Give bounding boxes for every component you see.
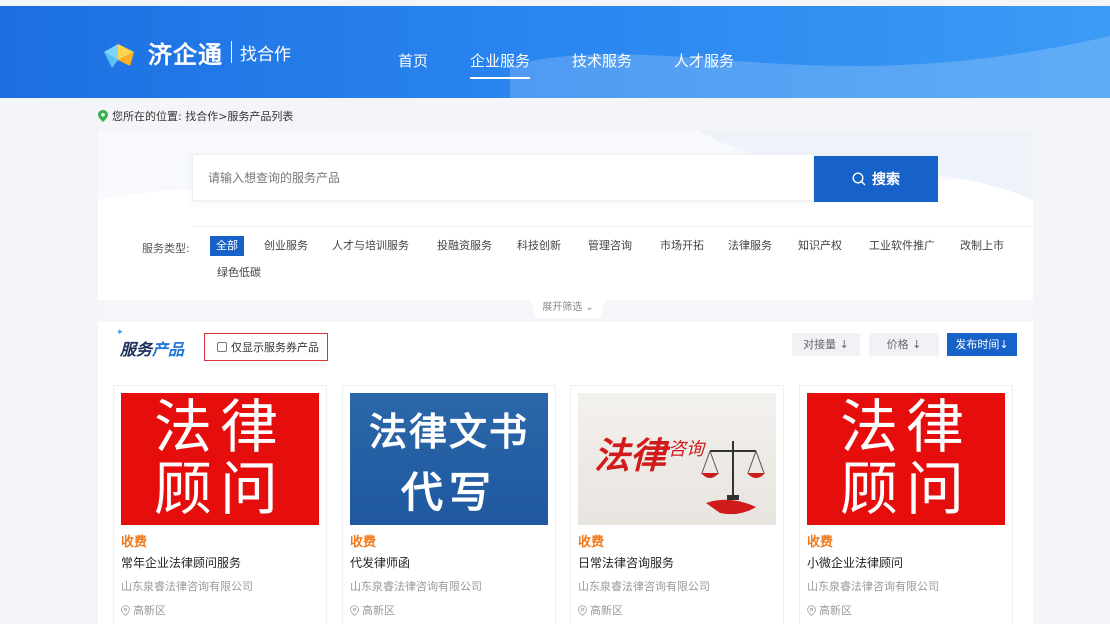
fee-label: 收费 <box>121 535 148 550</box>
filter-option-talent-training[interactable]: 人才与培训服务 <box>332 236 409 256</box>
filter-option-all[interactable]: 全部 <box>210 236 244 256</box>
expand-filter-bar: 展开筛选 ⌄ <box>98 300 1033 322</box>
company-name: 山东泉睿法律咨询有限公司 <box>350 580 482 593</box>
nav-talent-services[interactable]: 人才服务 <box>674 50 734 79</box>
fee-label: 收费 <box>350 535 377 550</box>
brand-name: 济企通 <box>148 40 223 69</box>
panel-divider <box>192 226 1032 227</box>
product-card[interactable]: 法律 顾问 收费 小微企业法律顾问 山东泉睿法律咨询有限公司 高新区 <box>799 385 1013 624</box>
image-text-line2: 顾问 <box>153 455 286 523</box>
location: 高新区 <box>807 602 852 618</box>
product-image: 法律 顾问 <box>807 393 1005 525</box>
filter-option-legal[interactable]: 法律服务 <box>728 236 772 256</box>
search-input[interactable] <box>208 170 813 185</box>
sort-by-price[interactable]: 价格 ↓ <box>869 333 939 356</box>
fee-label: 收费 <box>578 535 605 550</box>
product-name[interactable]: 小微企业法律顾问 <box>807 554 903 571</box>
search-icon <box>852 172 866 186</box>
coupon-only-toggle[interactable]: 仅显示服务券产品 <box>204 333 328 361</box>
top-header: 济企通 找合作 首页 企业服务 技术服务 人才服务 <box>0 6 1110 98</box>
coupon-only-label: 仅显示服务券产品 <box>231 341 319 354</box>
search-filter-panel: 搜索 服务类型: 全部 创业服务 人才与培训服务 投融资服务 科技创新 管理咨询… <box>98 130 1033 301</box>
product-name[interactable]: 代发律师函 <box>350 554 410 571</box>
image-text-line1: 法律 <box>594 435 667 477</box>
sparkle-icon: ✦ <box>116 328 124 338</box>
filter-option-ipo[interactable]: 改制上市 <box>960 236 1004 256</box>
location: 高新区 <box>578 602 623 618</box>
product-card[interactable]: 法律 顾问 收费 常年企业法律顾问服务 山东泉睿法律咨询有限公司 高新区 <box>113 385 327 624</box>
location-pin-icon <box>350 604 359 616</box>
image-text-line2: 顾问 <box>839 455 972 523</box>
coupon-only-checkbox[interactable] <box>217 342 227 352</box>
nav-home[interactable]: 首页 <box>398 50 428 79</box>
product-image: 法律 顾问 <box>121 393 319 525</box>
filter-option-green[interactable]: 绿色低碳 <box>217 263 261 283</box>
location-text: 高新区 <box>133 604 166 617</box>
filter-option-ip[interactable]: 知识产权 <box>798 236 842 256</box>
company-name: 山东泉睿法律咨询有限公司 <box>807 580 939 593</box>
location-pin-icon <box>98 110 108 122</box>
breadcrumb-text: 您所在的位置: 找合作>服务产品列表 <box>112 110 294 123</box>
location-text: 高新区 <box>590 604 623 617</box>
cube-logo-icon <box>104 44 134 68</box>
filter-option-startup[interactable]: 创业服务 <box>264 236 308 256</box>
product-image: 法律 咨询 <box>578 393 776 525</box>
product-image: 法律文书 代写 <box>350 393 548 525</box>
product-card[interactable]: 法律 咨询 收费 日常法律咨询服务 山东泉睿法律咨询有限公司 高新区 <box>570 385 784 624</box>
location: 高新区 <box>121 602 166 618</box>
search-button-label: 搜索 <box>872 172 900 188</box>
section-title-accent: 产品 <box>152 340 185 359</box>
search-box <box>192 154 814 201</box>
location-pin-icon <box>807 604 816 616</box>
nav-tech-services[interactable]: 技术服务 <box>572 50 632 79</box>
product-cards: 法律 顾问 收费 常年企业法律顾问服务 山东泉睿法律咨询有限公司 高新区 法律文… <box>98 370 1033 624</box>
location-text: 高新区 <box>819 604 852 617</box>
site-logo[interactable]: 济企通 找合作 <box>100 32 291 72</box>
search-button[interactable]: 搜索 <box>814 156 938 202</box>
section-title-dark: 服务 <box>120 340 153 359</box>
main-nav: 首页 企业服务 技术服务 人才服务 <box>398 50 776 79</box>
filter-option-market[interactable]: 市场开拓 <box>660 236 704 256</box>
product-list-header: ✦ 服务产品 仅显示服务券产品 对接量 ↓ 价格 ↓ 发布时间↓ <box>98 322 1033 370</box>
company-name: 山东泉睿法律咨询有限公司 <box>121 580 253 593</box>
fee-label: 收费 <box>807 535 834 550</box>
image-text-line2: 咨询 <box>668 439 704 460</box>
product-name[interactable]: 日常法律咨询服务 <box>578 554 674 571</box>
sort-by-publish-time[interactable]: 发布时间↓ <box>947 333 1017 356</box>
filter-option-industrial-software[interactable]: 工业软件推广 <box>869 236 935 256</box>
image-text-line1: 法律文书 <box>368 410 529 454</box>
location: 高新区 <box>350 602 395 618</box>
filter-option-management[interactable]: 管理咨询 <box>588 236 632 256</box>
image-text-line2: 代写 <box>400 468 497 517</box>
location-text: 高新区 <box>362 604 395 617</box>
image-text-line1: 法律 <box>153 393 286 461</box>
company-name: 山东泉睿法律咨询有限公司 <box>578 580 710 593</box>
location-pin-icon <box>578 604 587 616</box>
scales-of-justice-icon <box>701 441 765 515</box>
product-name[interactable]: 常年企业法律顾问服务 <box>121 554 241 571</box>
product-card[interactable]: 法律文书 代写 收费 代发律师函 山东泉睿法律咨询有限公司 高新区 <box>342 385 556 624</box>
filter-option-financing[interactable]: 投融资服务 <box>437 236 492 256</box>
breadcrumb: 您所在的位置: 找合作>服务产品列表 <box>98 108 293 124</box>
section-title: ✦ 服务产品 <box>116 328 185 360</box>
filter-option-tech-innovation[interactable]: 科技创新 <box>517 236 561 256</box>
expand-filter-button[interactable]: 展开筛选 ⌄ <box>530 300 606 318</box>
nav-enterprise-services[interactable]: 企业服务 <box>470 50 531 79</box>
brand-subtitle: 找合作 <box>240 44 291 65</box>
image-text-line1: 法律 <box>839 393 972 461</box>
brand-separator <box>231 41 232 63</box>
location-pin-icon <box>121 604 130 616</box>
sort-by-docking[interactable]: 对接量 ↓ <box>792 333 860 356</box>
filter-label: 服务类型: <box>142 242 190 255</box>
